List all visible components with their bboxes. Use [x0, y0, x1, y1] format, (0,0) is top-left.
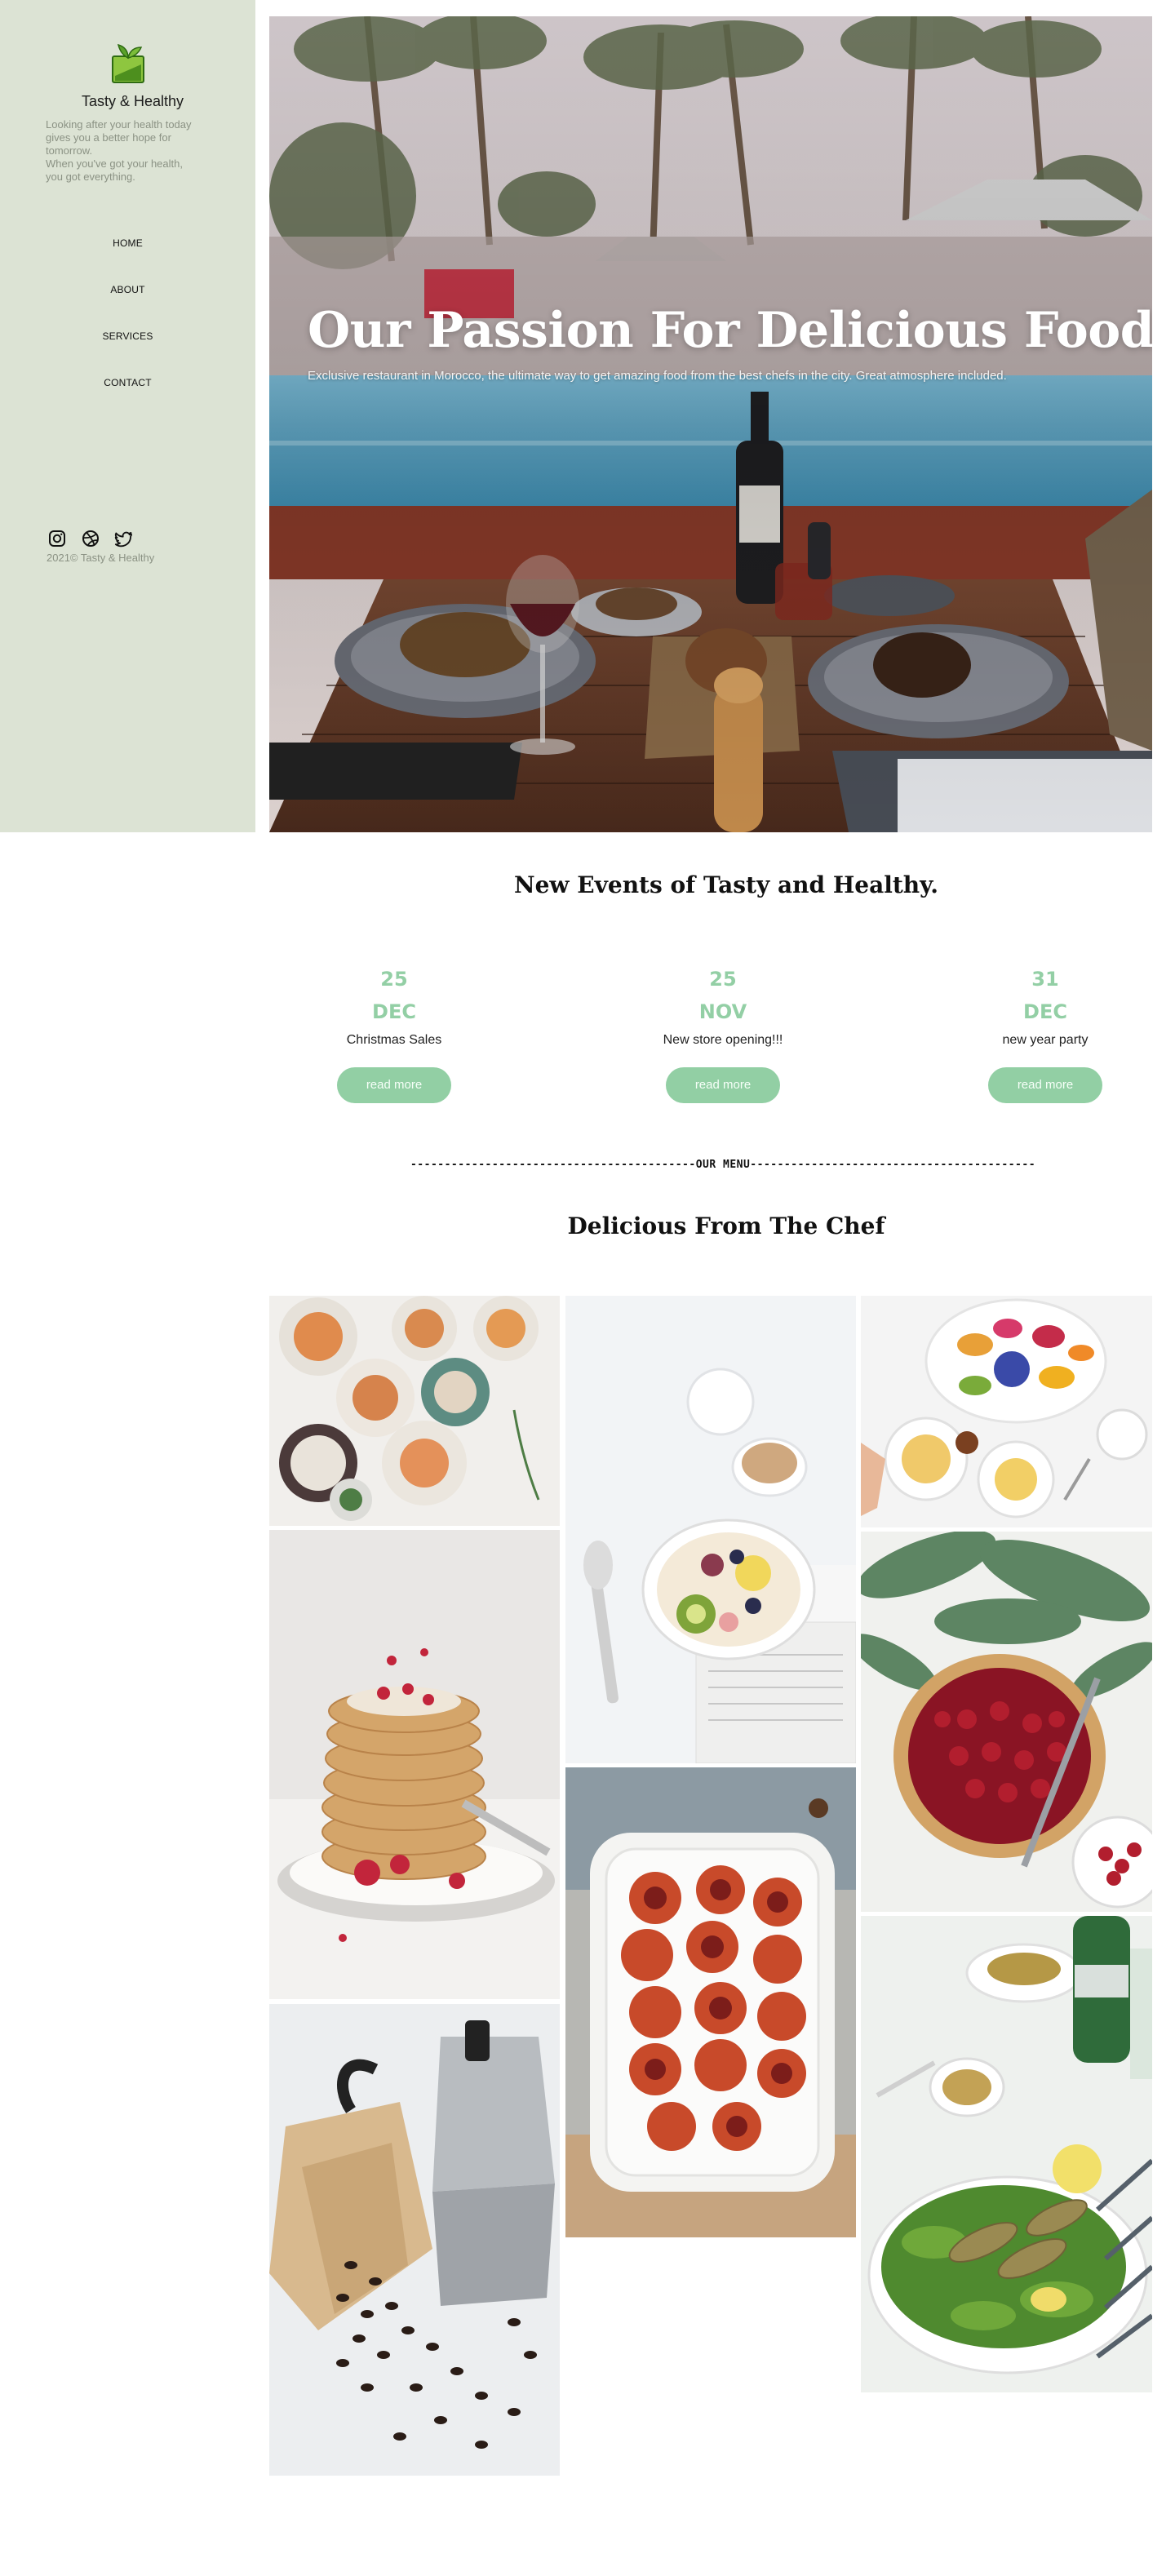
read-more-button[interactable]: read more — [337, 1067, 451, 1103]
twitter-icon[interactable] — [113, 528, 135, 549]
menu-image-breakfast-plates[interactable] — [269, 1296, 560, 1526]
event-day: 25 — [380, 968, 408, 991]
menu-image-pancakes[interactable] — [269, 1530, 560, 1999]
social-links — [47, 528, 135, 549]
event-card: 25 NOV New store opening!!! read more — [641, 963, 805, 1103]
event-day: 25 — [709, 968, 737, 991]
brand-name: Tasty & Healthy — [81, 93, 184, 109]
main-nav: HOME ABOUT SERVICES CONTACT — [0, 237, 255, 423]
event-day: 31 — [1031, 968, 1059, 991]
event-month: NOV — [698, 1000, 747, 1023]
dribbble-icon[interactable] — [80, 528, 101, 549]
menu-divider: ----------------------------------------… — [410, 1159, 1036, 1171]
sidebar: Tasty & Healthy Looking after your healt… — [0, 0, 255, 832]
read-more-button[interactable]: read more — [666, 1067, 780, 1103]
brand-tagline: Looking after your health today gives yo… — [46, 118, 221, 184]
event-card: 25 DEC Christmas Sales read more — [313, 963, 476, 1103]
event-card: 31 DEC new year party read more — [964, 963, 1127, 1103]
events-section-title: New Events of Tasty and Healthy. — [514, 871, 938, 898]
copyright-text: 2021© Tasty & Healthy — [47, 552, 155, 564]
event-name: new year party — [1002, 1033, 1089, 1047]
hero-subtitle: Exclusive restaurant in Morocco, the ult… — [308, 369, 1007, 383]
nav-item-contact[interactable]: CONTACT — [0, 376, 255, 423]
nav-item-services[interactable]: SERVICES — [0, 330, 255, 376]
menu-section-title: Delicious From The Chef — [567, 1213, 885, 1239]
instagram-icon[interactable] — [47, 528, 68, 549]
nav-item-about[interactable]: ABOUT — [0, 283, 255, 330]
tagline-line: gives you a better hope for — [46, 131, 171, 144]
menu-image-roasted-plums[interactable] — [565, 1767, 856, 2237]
event-month: DEC — [372, 1000, 416, 1023]
tagline-line: When you've got your health, — [46, 157, 183, 170]
menu-image-fruit-platter[interactable] — [861, 1296, 1152, 1527]
tagline-line: tomorrow. — [46, 144, 93, 157]
event-name: New store opening!!! — [663, 1033, 783, 1047]
event-name: Christmas Sales — [346, 1033, 442, 1047]
hero-restaurant-image — [269, 16, 1152, 832]
leaf-logo-icon[interactable] — [110, 43, 146, 84]
menu-image-yogurt-bowl[interactable] — [565, 1296, 856, 1763]
tagline-line: you got everything. — [46, 171, 135, 183]
read-more-button[interactable]: read more — [988, 1067, 1102, 1103]
hero-title: Our Passion For Delicious Food. — [308, 302, 1152, 359]
nav-item-home[interactable]: HOME — [0, 237, 255, 283]
event-month: DEC — [1023, 1000, 1067, 1023]
menu-image-green-salad[interactable] — [861, 1916, 1152, 2392]
menu-image-coffee-beans[interactable] — [269, 2004, 560, 2476]
tagline-line: Looking after your health today — [46, 118, 192, 131]
hero-banner: Our Passion For Delicious Food. Exclusiv… — [269, 16, 1152, 832]
menu-image-cranberry-tart[interactable] — [861, 1532, 1152, 1912]
